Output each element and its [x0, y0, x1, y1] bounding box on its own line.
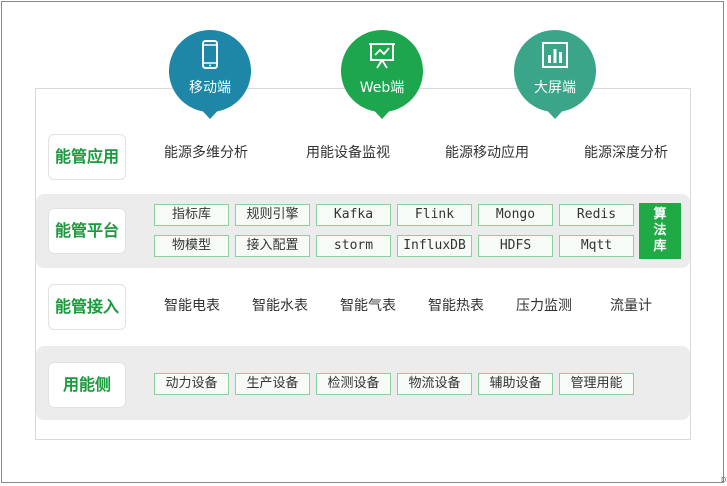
access-item: 智能电表	[164, 298, 220, 314]
presentation-board-icon	[369, 43, 395, 69]
bar-chart-screen-icon	[542, 42, 568, 68]
platform-tag: storm	[316, 235, 391, 257]
platform-tag: InfluxDB	[397, 235, 472, 257]
platform-tag: 物模型	[154, 235, 229, 257]
device-tag: 生产设备	[235, 373, 310, 395]
platform-tag: HDFS	[478, 235, 553, 257]
device-tag: 物流设备	[397, 373, 472, 395]
application-item: 用能设备监视	[306, 145, 390, 161]
application-item: 能源移动应用	[445, 145, 529, 161]
device-tag: 管理用能	[559, 373, 634, 395]
client-label-mobile: 移动端	[189, 80, 231, 96]
application-item: 能源多维分析	[164, 145, 248, 161]
platform-tag: Mqtt	[559, 235, 634, 257]
platform-tag: Kafka	[316, 204, 391, 226]
device-tag: 动力设备	[154, 373, 229, 395]
access-item: 智能气表	[340, 298, 396, 314]
client-label-web: Web端	[359, 80, 405, 96]
device-tag: 辅助设备	[478, 373, 553, 395]
device-tag: 检测设备	[316, 373, 391, 395]
access-item: 智能热表	[428, 298, 484, 314]
algorithm-char: 法	[653, 223, 667, 238]
client-pin-mobile: 移动端	[167, 28, 253, 128]
algorithm-char: 算	[653, 207, 667, 222]
algorithm-char: 库	[653, 239, 667, 254]
access-item: 智能水表	[252, 298, 308, 314]
layer-title-device: 用能侧	[48, 362, 126, 408]
platform-tag: Mongo	[478, 204, 553, 226]
corner-mark: D	[721, 476, 727, 484]
platform-tag: 指标库	[154, 204, 229, 226]
platform-tag: Flink	[397, 204, 472, 226]
application-item: 能源深度分析	[584, 145, 668, 161]
layer-title-platform: 能管平台	[48, 208, 126, 254]
platform-tag: 接入配置	[235, 235, 310, 257]
platform-tag: Redis	[559, 204, 634, 226]
layer-title-application: 能管应用	[48, 134, 126, 180]
algorithm-library-block: 算 法 库	[639, 203, 681, 259]
platform-tag: 规则引擎	[235, 204, 310, 226]
access-item: 流量计	[610, 298, 652, 314]
client-label-bigscreen: 大屏端	[534, 80, 576, 96]
access-item: 压力监测	[516, 298, 572, 314]
mobile-phone-icon	[202, 40, 218, 69]
client-pin-web: Web端	[339, 28, 425, 128]
client-pin-bigscreen: 大屏端	[512, 28, 598, 128]
layer-title-access: 能管接入	[48, 284, 126, 330]
